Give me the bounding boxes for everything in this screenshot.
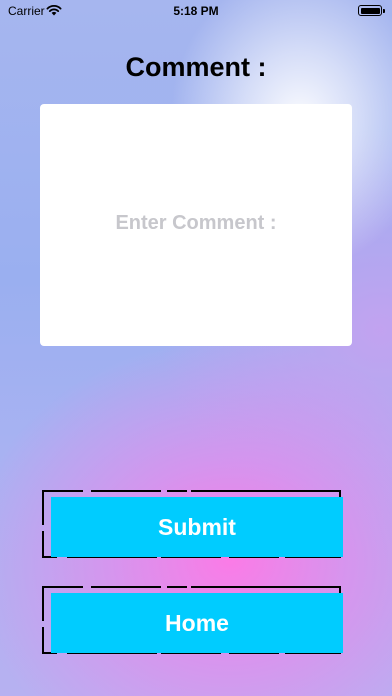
status-bar: Carrier 5:18 PM [0,0,392,22]
submit-button-container: Submit [42,490,343,558]
home-button-container: Home [42,586,343,654]
home-button[interactable]: Home [51,593,343,653]
submit-button[interactable]: Submit [51,497,343,557]
status-time: 5:18 PM [173,4,219,18]
battery-icon [358,5,385,16]
comment-input[interactable] [40,104,352,346]
page-title: Comment : [125,52,267,82]
